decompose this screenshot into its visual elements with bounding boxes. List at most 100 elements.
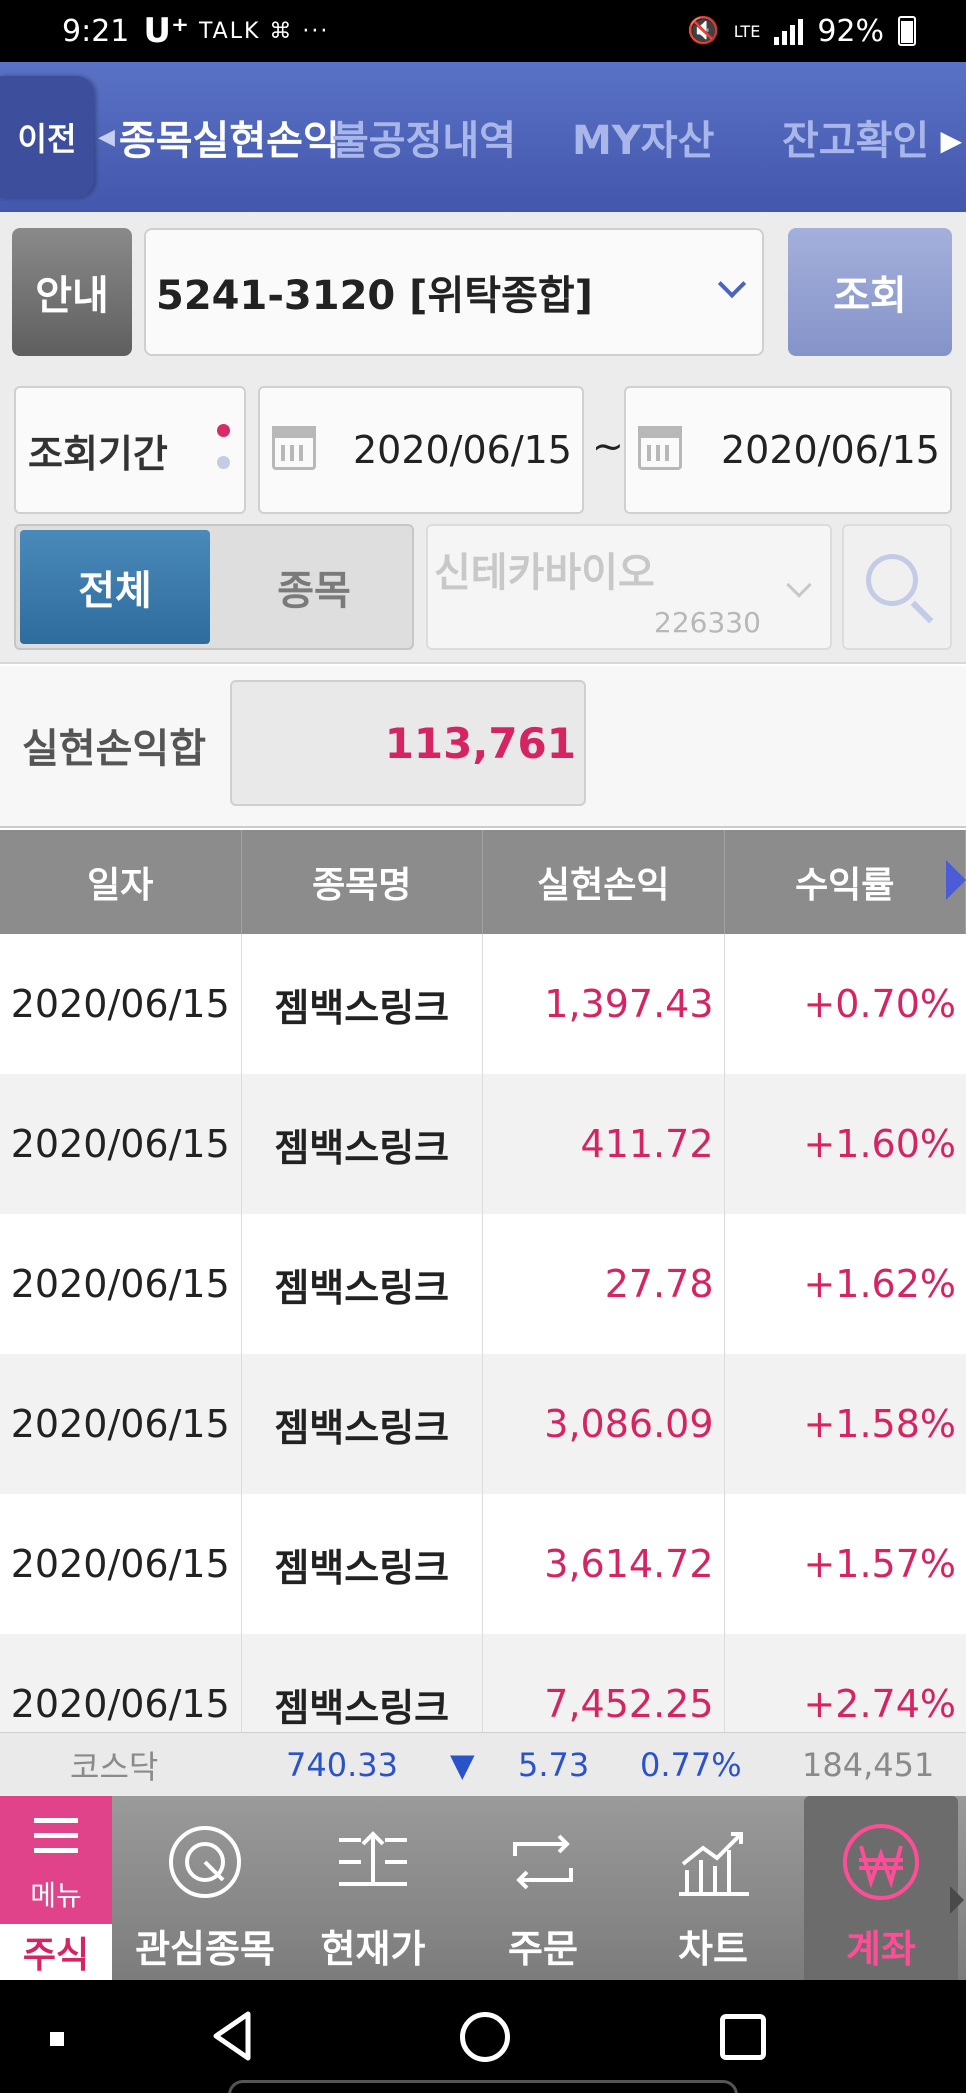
system-navigation-bar [0, 1980, 966, 2093]
cell-date: 2020/06/15 [0, 1354, 242, 1494]
account-value: 5241-3120 [위탁종합] [156, 273, 593, 319]
end-date-field[interactable]: 2020/06/15 [624, 386, 952, 514]
lte-icon: LTE [733, 21, 761, 41]
period-filter: 조회기간 2020/06/15 ~ 2020/06/15 전체 종목 신테카바이… [0, 372, 966, 664]
stock-tab[interactable]: 주식 [0, 1924, 112, 1980]
nav-order[interactable]: 주문 [458, 1796, 628, 1980]
page-indicator-dot [217, 456, 230, 469]
cell-stock-name: 젬백스링크 [242, 934, 483, 1074]
cell-rate: +0.70% [803, 982, 956, 1026]
menu-button[interactable]: 메뉴 [0, 1796, 112, 1924]
cell-date: 2020/06/15 [0, 1214, 242, 1354]
nav-account[interactable]: 계좌 [804, 1796, 958, 1980]
table-row[interactable]: 2020/06/15 젬백스링크 3,614.72 +1.57% [0, 1494, 966, 1634]
tab-balance-check[interactable]: 잔고확인 [782, 62, 929, 212]
cell-profit: 27.78 [483, 1214, 725, 1354]
table-body: 2020/06/15 젬백스링크 1,397.43 +0.70% 2020/06… [0, 934, 966, 1732]
cell-rate: +1.57% [803, 1542, 956, 1586]
order-icon [513, 1834, 573, 1890]
nav-current-price[interactable]: 현재가 [288, 1796, 458, 1980]
period-selector[interactable]: 조회기간 [14, 386, 246, 514]
table-row[interactable]: 2020/06/15 젬백스링크 411.72 +1.60% [0, 1074, 966, 1214]
mute-icon: 🔇 [687, 16, 720, 46]
start-date-value: 2020/06/15 [352, 428, 572, 472]
tab-unfair-history[interactable]: 불공정내역 [332, 62, 516, 212]
account-row: 안내 5241-3120 [위탁종합] 조회 [0, 212, 966, 372]
cell-rate: +1.58% [803, 1402, 956, 1446]
recent-apps-icon[interactable] [720, 2014, 766, 2060]
date-separator: ~ [592, 424, 624, 468]
cell-stock-name: 젬백스링크 [242, 1634, 483, 1732]
cell-stock-name: 젬백스링크 [242, 1214, 483, 1354]
column-realized-profit: 실현손익 [483, 830, 725, 934]
battery-percent: 92% [817, 13, 884, 49]
table-header: 일자 종목명 실현손익 수익률 [0, 830, 966, 934]
ticker-volume: 184,451 [802, 1745, 935, 1784]
current-price-icon [339, 1831, 407, 1886]
scope-all-button[interactable]: 전체 [20, 530, 210, 644]
nav-account-label: 계좌 [846, 1927, 916, 1971]
cell-profit: 3,086.09 [483, 1354, 725, 1494]
query-button[interactable]: 조회 [788, 228, 952, 356]
scope-stock-button[interactable]: 종목 [216, 530, 412, 644]
column-stock-name: 종목명 [242, 830, 483, 934]
column-date: 일자 [0, 830, 242, 934]
table-row[interactable]: 2020/06/15 젬백스링크 3,086.09 +1.58% [0, 1354, 966, 1494]
carrier-label: U⁺ [143, 11, 189, 51]
cell-rate: +1.62% [803, 1262, 956, 1306]
cell-stock-name: 젬백스링크 [242, 1354, 483, 1494]
nav-chart-label: 차트 [678, 1927, 748, 1971]
tab-scroll-right-icon[interactable]: ▶ [940, 124, 962, 157]
ticker-market-name: 코스닥 [70, 1747, 159, 1786]
cell-profit: 411.72 [483, 1074, 725, 1214]
stock-name: 신테카바이오 [434, 550, 655, 596]
scope-toggle: 전체 종목 [14, 524, 414, 650]
market-ticker[interactable]: 코스닥 740.33 ▼ 5.73 0.77% 184,451 [0, 1732, 966, 1796]
account-select[interactable]: 5241-3120 [위탁종합] [144, 228, 764, 356]
status-time: 9:21 [62, 13, 130, 49]
nav-chart[interactable]: 차트 [628, 1796, 798, 1980]
stock-search-button[interactable] [842, 524, 952, 650]
nav-order-label: 주문 [508, 1927, 578, 1971]
chevron-down-icon [786, 572, 812, 598]
cell-date: 2020/06/15 [0, 1074, 242, 1214]
battery-icon [898, 16, 916, 46]
back-icon[interactable] [208, 2008, 256, 2064]
guide-button[interactable]: 안내 [12, 228, 132, 356]
cell-rate: +2.74% [803, 1682, 956, 1726]
nav-current-price-label: 현재가 [320, 1927, 426, 1971]
calendar-icon [272, 426, 316, 470]
down-arrow-icon: ▼ [450, 1745, 475, 1784]
cell-rate: +1.60% [803, 1122, 956, 1166]
top-navigation: 이전 종목실현손익 불공정내역 MY자산 잔고확인 ▶ [0, 62, 966, 212]
cell-stock-name: 젬백스링크 [242, 1074, 483, 1214]
hamburger-icon [34, 1818, 78, 1854]
home-icon[interactable] [460, 2012, 510, 2062]
cell-stock-name: 젬백스링크 [242, 1494, 483, 1634]
keyboard-dot-icon[interactable] [50, 2032, 64, 2046]
table-row[interactable]: 2020/06/15 젬백스링크 7,452.25 +2.74% [0, 1634, 966, 1732]
start-date-field[interactable]: 2020/06/15 [258, 386, 584, 514]
menu-label: 메뉴 [30, 1879, 82, 1912]
stock-select[interactable]: 신테카바이오 226330 [426, 524, 832, 650]
search-icon [866, 554, 918, 606]
watchlist-icon [169, 1826, 241, 1898]
notification-icons: TALK ⌘ ··· [198, 18, 330, 44]
nav-scroll-right-icon[interactable] [950, 1886, 964, 1914]
chart-icon [679, 1832, 749, 1896]
gesture-handle[interactable] [228, 2080, 738, 2093]
cell-date: 2020/06/15 [0, 1634, 242, 1732]
table-row[interactable]: 2020/06/15 젬백스링크 1,397.43 +0.70% [0, 934, 966, 1074]
period-label: 조회기간 [28, 431, 168, 476]
signal-icon [774, 17, 804, 45]
back-button[interactable]: 이전 [0, 76, 94, 198]
column-return-rate: 수익률 [725, 830, 966, 934]
end-date-value: 2020/06/15 [720, 428, 940, 472]
table-row[interactable]: 2020/06/15 젬백스링크 27.78 +1.62% [0, 1214, 966, 1354]
ticker-change: 5.73 [518, 1745, 590, 1784]
nav-watchlist[interactable]: 관심종목 [120, 1796, 290, 1980]
bottom-navigation: 메뉴 주식 관심종목 현재가 주문 차트 계좌 [0, 1796, 966, 1980]
column-scroll-right-icon[interactable] [946, 860, 966, 900]
tab-my-assets[interactable]: MY자산 [572, 62, 714, 212]
tab-realized-profit[interactable]: 종목실현손익 [98, 62, 340, 212]
